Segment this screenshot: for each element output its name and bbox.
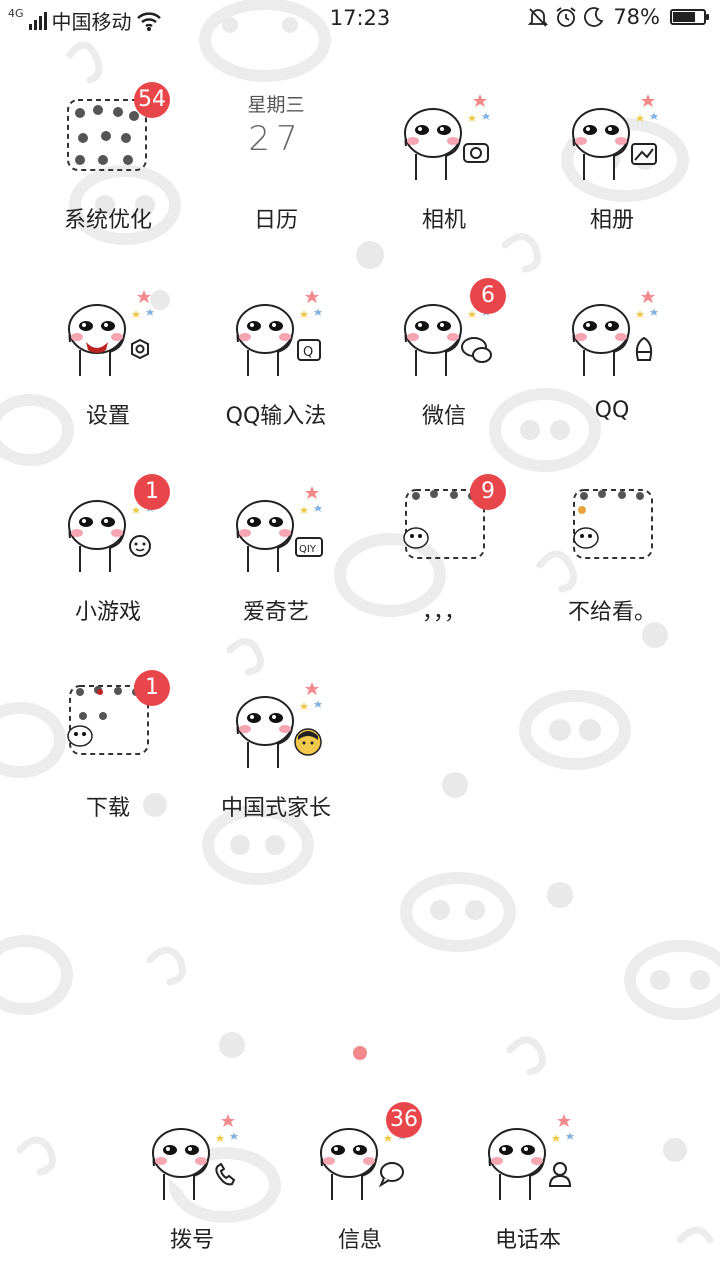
- app-jiazhang[interactable]: 中国式家长: [192, 676, 360, 866]
- notification-badge: 36: [386, 1102, 422, 1138]
- app-label: 系统优化: [63, 208, 152, 233]
- app-shezhi[interactable]: 设置: [24, 284, 192, 474]
- app-xiazai[interactable]: 1 下载: [24, 670, 192, 866]
- app-label: 设置: [85, 404, 130, 429]
- parents-game-icon: [236, 682, 322, 769]
- camera-icon: [404, 94, 490, 181]
- app-xiaoyouxi[interactable]: 1 小游戏: [24, 474, 192, 670]
- app-folder-1[interactable]: 9 ，，，: [360, 474, 528, 670]
- app-label: 下载: [85, 796, 130, 821]
- notification-badge: 9: [470, 474, 506, 510]
- battery-percent: 78%: [613, 5, 660, 29]
- app-qq[interactable]: QQ: [528, 284, 696, 474]
- qq-input-icon: Q: [236, 290, 322, 377]
- phone-icon: [152, 1114, 238, 1201]
- app-label: 相机: [421, 208, 466, 233]
- notification-badge: 6: [470, 278, 506, 314]
- battery-icon: [670, 9, 709, 25]
- calendar-icon: 星期三 27: [226, 88, 326, 188]
- moon-icon: [584, 7, 604, 27]
- app-xitong[interactable]: 54 系统优化: [24, 82, 192, 278]
- dock-dianhuaben[interactable]: 电话本: [444, 1108, 612, 1268]
- folder-icon: [573, 489, 653, 559]
- app-label: QQ: [594, 398, 630, 423]
- app-label: 相册: [589, 208, 634, 233]
- alarm-icon: [556, 7, 576, 27]
- app-label: 信息: [337, 1228, 382, 1253]
- app-label: 不给看。: [567, 600, 656, 625]
- notification-badge: 1: [134, 474, 170, 510]
- app-folder-2[interactable]: 不给看。: [528, 480, 696, 670]
- calendar-day: 27: [248, 119, 304, 159]
- gallery-icon: [572, 94, 658, 181]
- app-rili[interactable]: 星期三 27 日历: [192, 88, 360, 278]
- svg-text:Q: Q: [303, 345, 313, 360]
- app-xiangce[interactable]: 相册: [528, 88, 696, 278]
- calendar-weekday: 星期三: [247, 94, 305, 116]
- app-label: 日历: [253, 208, 298, 233]
- status-bar: 4G 中国移动 17:23 78%: [0, 0, 720, 40]
- dock-xinxi[interactable]: 36 信息: [276, 1102, 444, 1268]
- dock-bohao[interactable]: 拨号: [108, 1108, 276, 1268]
- app-label: 中国式家长: [220, 796, 331, 821]
- app-label: 爱奇艺: [242, 600, 309, 625]
- app-qqshurufa[interactable]: Q QQ输入法: [192, 284, 360, 474]
- qq-penguin-icon: [572, 290, 658, 377]
- settings-icon: [68, 290, 154, 377]
- iqiyi-icon: QIY: [236, 486, 323, 573]
- contacts-icon: [488, 1114, 574, 1201]
- app-xiangji[interactable]: 相机: [360, 88, 528, 278]
- app-aiqiyi[interactable]: QIY 爱奇艺: [192, 480, 360, 670]
- app-label: 拨号: [169, 1228, 214, 1253]
- battery-level: [673, 12, 695, 22]
- notification-badge: 54: [134, 82, 170, 118]
- app-label: 电话本: [494, 1228, 561, 1253]
- silent-icon: [528, 8, 549, 27]
- notification-badge: 1: [134, 670, 170, 706]
- app-weixin[interactable]: 6 微信: [360, 278, 528, 474]
- app-label: ，，，: [421, 600, 466, 625]
- app-label: 小游戏: [74, 600, 141, 625]
- svg-text:QIY: QIY: [299, 544, 317, 555]
- app-label: QQ输入法: [225, 404, 327, 429]
- app-label: 微信: [421, 404, 466, 429]
- page-indicator[interactable]: [353, 1046, 367, 1060]
